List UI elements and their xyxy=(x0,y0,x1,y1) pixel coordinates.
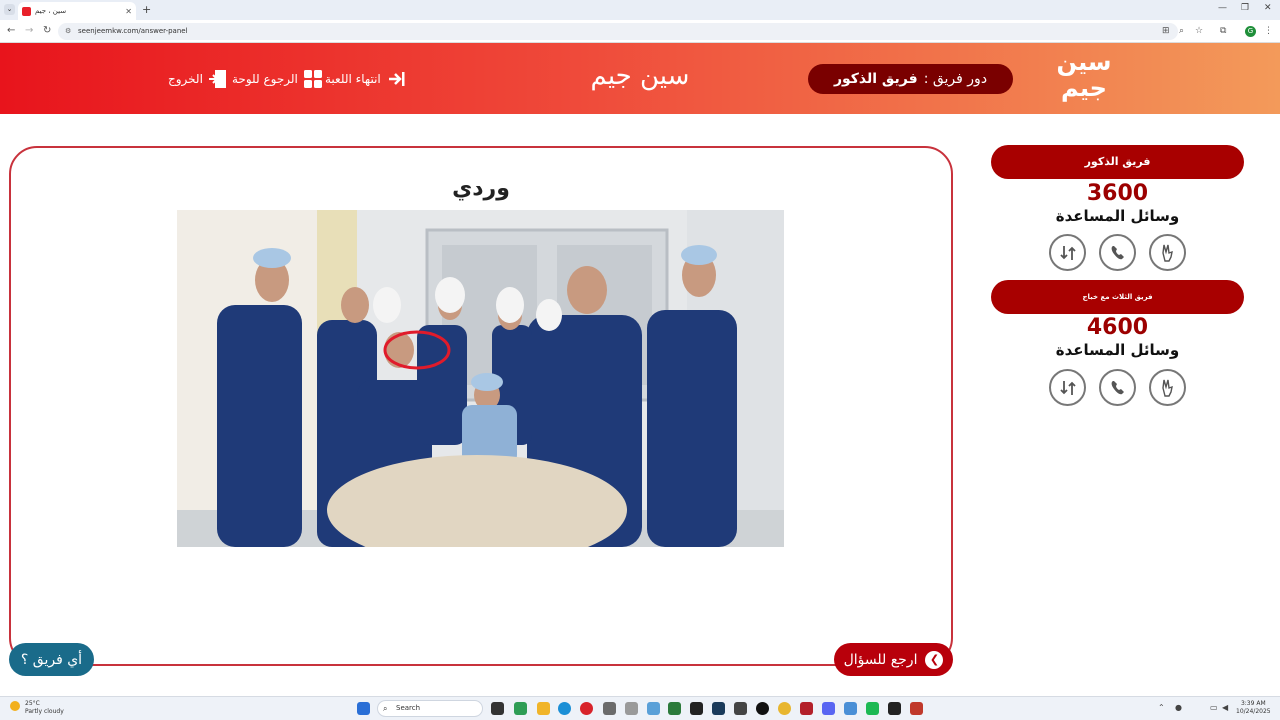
end-game-label: انتهاء اللعبة xyxy=(325,72,381,86)
chrome-icon[interactable] xyxy=(778,702,791,715)
back-arrow-icon[interactable]: ← xyxy=(7,25,15,36)
team-2-helpers-label: وسائل المساعدة xyxy=(1055,341,1180,359)
turn-label: دور فريق : xyxy=(923,71,988,87)
site-title: سين جيم xyxy=(590,61,690,91)
browser-toolbar: ← → ↻ ⚙ seenjeemkw.com/answer-panel ⊞ ⌕ … xyxy=(0,20,1280,43)
chevron-right-icon: ❯ xyxy=(925,650,944,669)
app-icon[interactable] xyxy=(668,702,681,715)
translate-icon[interactable]: ⊞ xyxy=(1162,26,1170,36)
menu-dots-icon[interactable]: ⋮ xyxy=(1264,26,1273,36)
window-close-icon[interactable]: ✕ xyxy=(1264,3,1272,13)
taskbar-clock[interactable]: 3:39 AM 10/24/2025 xyxy=(1236,700,1271,716)
address-bar[interactable]: ⚙ seenjeemkw.com/answer-panel xyxy=(58,23,1178,40)
new-tab-button[interactable]: + xyxy=(142,3,151,16)
reload-icon[interactable]: ↻ xyxy=(43,25,51,36)
team-2-score: 4600 xyxy=(1086,315,1149,340)
app-icon[interactable] xyxy=(756,702,769,715)
team-2-call-friend-icon[interactable] xyxy=(1099,369,1136,406)
minimize-icon[interactable]: — xyxy=(1218,3,1227,13)
site-header: سين جيم دور فريق : فريق الذكور سين جيم ا… xyxy=(0,43,1280,114)
search-icon: ⌕ xyxy=(383,704,388,713)
browser-tab[interactable]: سين ، جيم ✕ xyxy=(18,2,136,20)
browser-tabbar: ⌄ سين ، جيم ✕ + — ❐ ✕ xyxy=(0,0,1280,20)
edge-icon[interactable] xyxy=(558,702,571,715)
spotify-icon[interactable] xyxy=(866,702,879,715)
app-icon[interactable] xyxy=(910,702,923,715)
tab-search-icon[interactable]: ⌄ xyxy=(4,4,15,15)
taskbar-search[interactable]: ⌕ Search xyxy=(377,700,483,717)
team-1-double-answer-icon[interactable] xyxy=(1149,234,1186,271)
answer-text: وردي xyxy=(452,176,510,201)
back-to-board-button[interactable]: الرجوع للوحة xyxy=(232,69,323,89)
taskbar-search-label: Search xyxy=(396,704,421,712)
weather-widget[interactable]: 25°C Partly cloudy xyxy=(10,700,64,716)
end-game-button[interactable]: انتهاء اللعبة xyxy=(325,69,406,89)
current-turn-badge: دور فريق : فريق الذكور xyxy=(808,64,1013,94)
app-icon[interactable] xyxy=(800,702,813,715)
team-2-name: فريق الثلاث مع خباج xyxy=(991,280,1244,314)
logo-text-top: سين xyxy=(1056,48,1112,76)
site-logo[interactable]: سين جيم xyxy=(1052,49,1116,109)
app-icon[interactable] xyxy=(603,702,616,715)
microphone-icon[interactable]: ● xyxy=(1175,703,1182,712)
bookmark-star-icon[interactable]: ☆ xyxy=(1195,26,1203,36)
discord-icon[interactable] xyxy=(822,702,835,715)
turn-team-name: فريق الذكور xyxy=(833,71,918,87)
url-text: seenjeemkw.com/answer-panel xyxy=(78,27,188,35)
app-icon[interactable] xyxy=(690,702,703,715)
exit-button[interactable]: الخروج xyxy=(168,69,228,89)
weather-sun-icon xyxy=(10,701,20,711)
surgical-team-photo xyxy=(177,210,784,547)
start-windows-icon[interactable] xyxy=(357,702,370,715)
extensions-icon[interactable]: ⧉ xyxy=(1220,26,1226,36)
app-icon[interactable] xyxy=(888,702,901,715)
exit-label: الخروج xyxy=(168,72,203,86)
team-1-switch-question-icon[interactable] xyxy=(1049,234,1086,271)
clock-date: 10/24/2025 xyxy=(1236,708,1271,715)
team-1-name: فريق الذكور xyxy=(991,145,1244,179)
profile-avatar[interactable]: G xyxy=(1245,26,1256,37)
speaker-icon[interactable]: ◀ xyxy=(1222,703,1228,712)
clock-time: 3:39 AM xyxy=(1240,700,1266,707)
tab-close-icon[interactable]: ✕ xyxy=(125,7,132,16)
task-view-icon[interactable] xyxy=(491,702,504,715)
site-info-icon[interactable]: ⚙ xyxy=(65,23,71,40)
answer-photo xyxy=(177,210,784,547)
network-icon[interactable]: ▭ xyxy=(1210,703,1218,712)
team-1-helpers-label: وسائل المساعدة xyxy=(1055,207,1180,225)
tab-title: سين ، جيم xyxy=(35,7,67,15)
zoom-icon[interactable]: ⌕ xyxy=(1179,26,1184,36)
team-2-double-answer-icon[interactable] xyxy=(1149,369,1186,406)
steam-icon[interactable] xyxy=(712,702,725,715)
back-to-question-label: ارجع للسؤال xyxy=(843,651,918,668)
end-arrow-icon xyxy=(388,72,405,86)
tray-chevron-icon[interactable]: ⌃ xyxy=(1158,703,1165,712)
which-team-button[interactable]: أي فريق ؟ xyxy=(9,643,94,676)
board-grid-icon xyxy=(303,70,322,88)
team-1-call-friend-icon[interactable] xyxy=(1099,234,1136,271)
opera-icon[interactable] xyxy=(580,702,593,715)
site-favicon-icon xyxy=(22,6,31,16)
app-icon[interactable] xyxy=(844,702,857,715)
team-1-score: 3600 xyxy=(1086,181,1149,206)
app-icon[interactable] xyxy=(514,702,527,715)
file-explorer-icon[interactable] xyxy=(537,702,550,715)
team-2-switch-question-icon[interactable] xyxy=(1049,369,1086,406)
app-icon[interactable] xyxy=(734,702,747,715)
forward-arrow-icon[interactable]: → xyxy=(25,25,33,36)
logo-text-bottom: جيم xyxy=(1061,74,1107,102)
windows-taskbar: 25°C Partly cloudy ⌕ Search ⌃ ● ▭ ◀ 3:39… xyxy=(0,696,1280,720)
back-to-question-button[interactable]: ❯ ارجع للسؤال xyxy=(834,643,953,676)
restore-icon[interactable]: ❐ xyxy=(1241,3,1249,13)
exit-door-icon xyxy=(208,70,226,88)
app-icon[interactable] xyxy=(647,702,660,715)
back-to-board-label: الرجوع للوحة xyxy=(232,72,298,86)
app-icon[interactable] xyxy=(625,702,638,715)
